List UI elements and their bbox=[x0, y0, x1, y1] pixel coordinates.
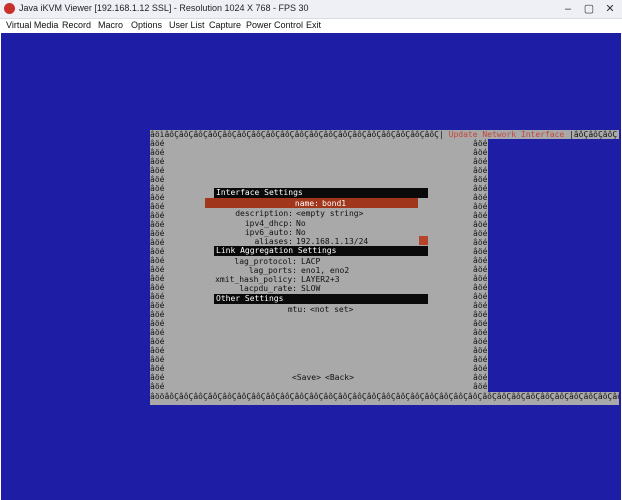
dialog-bottom-border: âööâôÇâôÇâôÇâôÇâôÇâôÇâôÇâôÇâôÇâôÇâôÇâôÇâ… bbox=[150, 392, 619, 401]
field-name-label: name: bbox=[294, 199, 319, 208]
dialog-right-edge: âöé âöé âöé âöé âöé âöé âöé âöé âöé âöé âöé âöé â… bbox=[473, 139, 488, 391]
section-link-aggregation: Link Aggregation Settings bbox=[214, 246, 428, 256]
field-lag-ports[interactable]: lag_ports: eno1, eno2 bbox=[168, 266, 471, 275]
menu-macro[interactable]: Macro bbox=[98, 20, 123, 30]
field-xmit-hash-policy[interactable]: xmit_hash_policy: LAYER2+3 bbox=[168, 275, 471, 284]
window-titlebar: Java iKVM Viewer [192.168.1.12 SSL] - Re… bbox=[0, 0, 622, 19]
field-ipv4-dhcp-value: No bbox=[296, 219, 306, 228]
field-aliases-label: aliases: bbox=[254, 237, 293, 246]
field-lag-ports-value: eno1, eno2 bbox=[301, 266, 350, 275]
field-lacpdu-rate[interactable]: lacpdu_rate: SLOW bbox=[168, 284, 471, 293]
field-xmit-hash-policy-label: xmit_hash_policy: bbox=[215, 275, 297, 284]
remote-screen[interactable]: âöìâôÇâôÇâôÇâôÇâôÇâôÇâôÇâôÇâôÇâôÇâôÇâôÇâ… bbox=[1, 33, 621, 500]
java-app-icon bbox=[4, 3, 15, 14]
save-button[interactable]: <Save> bbox=[292, 373, 321, 382]
menu-exit[interactable]: Exit bbox=[306, 20, 321, 30]
field-name-value: bond1 bbox=[322, 199, 347, 208]
scrollbar-thumb[interactable] bbox=[419, 236, 428, 245]
menu-virtual-media[interactable]: Virtual Media bbox=[6, 20, 58, 30]
field-lag-ports-label: lag_ports: bbox=[248, 266, 297, 275]
field-ipv6-auto-value: No bbox=[296, 228, 306, 237]
menu-record[interactable]: Record bbox=[62, 20, 91, 30]
field-mtu-label: mtu: bbox=[287, 305, 307, 314]
field-mtu-value: <not set> bbox=[310, 305, 354, 314]
section-other-settings: Other Settings bbox=[214, 294, 428, 304]
field-description-value: <empty string> bbox=[296, 209, 364, 218]
menu-power-control[interactable]: Power Control bbox=[246, 20, 303, 30]
close-button[interactable]: ✕ bbox=[600, 0, 620, 18]
menu-bar: Virtual Media Record Macro Options User … bbox=[0, 19, 622, 33]
dialog-right-region bbox=[488, 139, 619, 392]
field-aliases-value: 192.168.1.13/24 bbox=[296, 237, 369, 246]
back-button[interactable]: <Back> bbox=[325, 373, 354, 382]
field-lacpdu-rate-value: SLOW bbox=[301, 284, 321, 293]
field-mtu[interactable]: mtu: <not set> bbox=[168, 305, 471, 314]
field-ipv4-dhcp-label: ipv4_dhcp: bbox=[244, 219, 293, 228]
field-lag-protocol-value: LACP bbox=[301, 257, 321, 266]
field-ipv6-auto-label: ipv6_auto: bbox=[244, 228, 293, 237]
field-description-label: description: bbox=[235, 209, 293, 218]
field-xmit-hash-policy-value: LAYER2+3 bbox=[301, 275, 340, 284]
field-description[interactable]: description: <empty string> bbox=[168, 209, 471, 218]
dialog-title: Update Network Interface bbox=[443, 130, 570, 139]
menu-capture[interactable]: Capture bbox=[209, 20, 241, 30]
menu-user-list[interactable]: User List bbox=[169, 20, 205, 30]
field-ipv4-dhcp[interactable]: ipv4_dhcp: No bbox=[168, 219, 471, 228]
minimize-button[interactable]: – bbox=[558, 0, 578, 18]
field-name[interactable]: name: bond1 bbox=[168, 199, 471, 208]
maximize-button[interactable]: ▢ bbox=[579, 0, 599, 18]
window-title: Java iKVM Viewer [192.168.1.12 SSL] - Re… bbox=[19, 3, 309, 13]
dialog-left-edge: âöé âöé âöé âöé âöé âöé âöé âöé âöé âöé âöé âöé â… bbox=[150, 139, 165, 391]
menu-options[interactable]: Options bbox=[131, 20, 162, 30]
field-lag-protocol[interactable]: lag_protocol: LACP bbox=[168, 257, 471, 266]
dialog-top-border: âöìâôÇâôÇâôÇâôÇâôÇâôÇâôÇâôÇâôÇâôÇâôÇâôÇâ… bbox=[150, 130, 618, 139]
field-lacpdu-rate-label: lacpdu_rate: bbox=[239, 284, 297, 293]
section-interface-settings: Interface Settings bbox=[214, 188, 428, 198]
field-lag-protocol-label: lag_protocol: bbox=[234, 257, 297, 266]
